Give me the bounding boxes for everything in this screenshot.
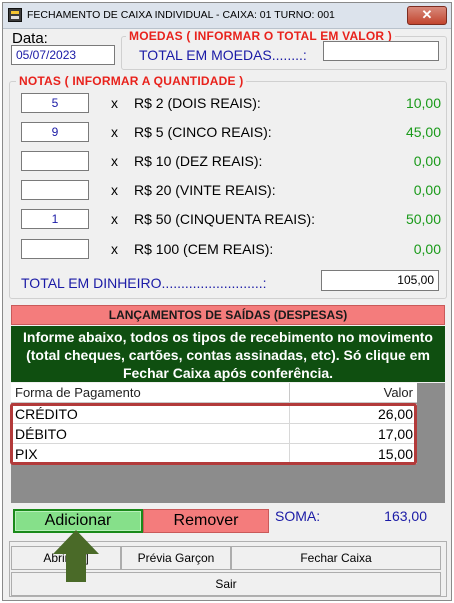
note-value: 50,00 [405,211,441,227]
note-value: 0,00 [413,241,441,257]
close-button[interactable]: ✕ [407,6,447,25]
note-desc: R$ 2 (DOIS REAIS): [134,95,261,111]
payments-grid[interactable]: Forma de Pagamento Valor CRÉDITO 26,00 D… [11,383,445,503]
title-bar: FECHAMENTO DE CAIXA INDIVIDUAL - CAIXA: … [3,3,451,29]
arrow-up-icon [53,530,99,582]
total-dinheiro-field[interactable]: 105,00 [321,270,439,291]
times-sign: x [111,241,118,257]
cell-forma: DÉBITO [15,426,67,442]
times-sign: x [111,153,118,169]
previa-garcon-button[interactable]: Prévia Garçon [121,546,231,570]
note-row-50: 1 x R$ 50 (CINQUENTA REAIS): 50,00 [21,209,441,231]
col-divider [289,444,290,464]
fechar-caixa-button[interactable]: Fechar Caixa [231,546,441,570]
qty-field[interactable] [21,180,89,200]
note-value: 45,00 [405,124,441,140]
note-desc: R$ 5 (CINCO REAIS): [134,124,272,140]
note-desc: R$ 20 (VINTE REAIS): [134,182,276,198]
times-sign: x [111,95,118,111]
date-field[interactable]: 05/07/2023 [11,45,115,65]
window-title: FECHAMENTO DE CAIXA INDIVIDUAL - CAIXA: … [27,9,335,21]
cell-valor: 26,00 [377,406,413,422]
table-row[interactable]: PIX 15,00 [11,444,417,464]
times-sign: x [111,124,118,140]
qty-field[interactable] [21,239,89,259]
note-row-10: x R$ 10 (DEZ REAIS): 0,00 [21,151,441,173]
col-forma-header[interactable]: Forma de Pagamento [15,385,141,400]
notas-group-title: NOTAS ( INFORMAR A QUANTIDADE ) [16,74,247,88]
total-moedas-field[interactable] [323,41,439,61]
table-row[interactable]: CRÉDITO 26,00 [11,404,417,424]
note-desc: R$ 50 (CINQUENTA REAIS): [134,211,316,227]
qty-field[interactable]: 1 [21,209,89,229]
cell-forma: PIX [15,446,38,462]
grid-header: Forma de Pagamento Valor [11,383,417,403]
note-row-20: x R$ 20 (VINTE REAIS): 0,00 [21,180,441,202]
qty-field[interactable]: 5 [21,93,89,113]
note-desc: R$ 100 (CEM REAIS): [134,241,274,257]
cell-forma: CRÉDITO [15,406,78,422]
saidas-banner: LANÇAMENTOS DE SAÍDAS (DESPESAS) [11,305,445,325]
times-sign: x [111,182,118,198]
note-value: 0,00 [413,182,441,198]
remove-button[interactable]: Remover [143,509,269,533]
col-divider [289,404,290,424]
col-divider [289,383,290,403]
cell-valor: 15,00 [377,446,413,462]
total-dinheiro-label: TOTAL EM DINHEIRO.......................… [21,275,267,291]
saidas-info: Informe abaixo, todos os tipos de recebi… [11,326,445,382]
col-divider [289,424,290,444]
note-row-2: 5 x R$ 2 (DOIS REAIS): 10,00 [21,93,441,115]
col-valor-header[interactable]: Valor [384,385,413,400]
soma-label: SOMA: [275,508,321,524]
cell-valor: 17,00 [377,426,413,442]
caixa-window: FECHAMENTO DE CAIXA INDIVIDUAL - CAIXA: … [2,2,452,601]
note-row-100: x R$ 100 (CEM REAIS): 0,00 [21,239,441,261]
note-value: 10,00 [405,95,441,111]
soma-value: 163,00 [384,508,427,524]
total-moedas-label: TOTAL EM MOEDAS........: [139,47,307,63]
app-icon [8,8,22,22]
times-sign: x [111,211,118,227]
note-value: 0,00 [413,153,441,169]
qty-field[interactable]: 9 [21,122,89,142]
note-desc: R$ 10 (DEZ REAIS): [134,153,263,169]
table-row[interactable]: DÉBITO 17,00 [11,424,417,444]
qty-field[interactable] [21,151,89,171]
note-row-5: 9 x R$ 5 (CINCO REAIS): 45,00 [21,122,441,144]
